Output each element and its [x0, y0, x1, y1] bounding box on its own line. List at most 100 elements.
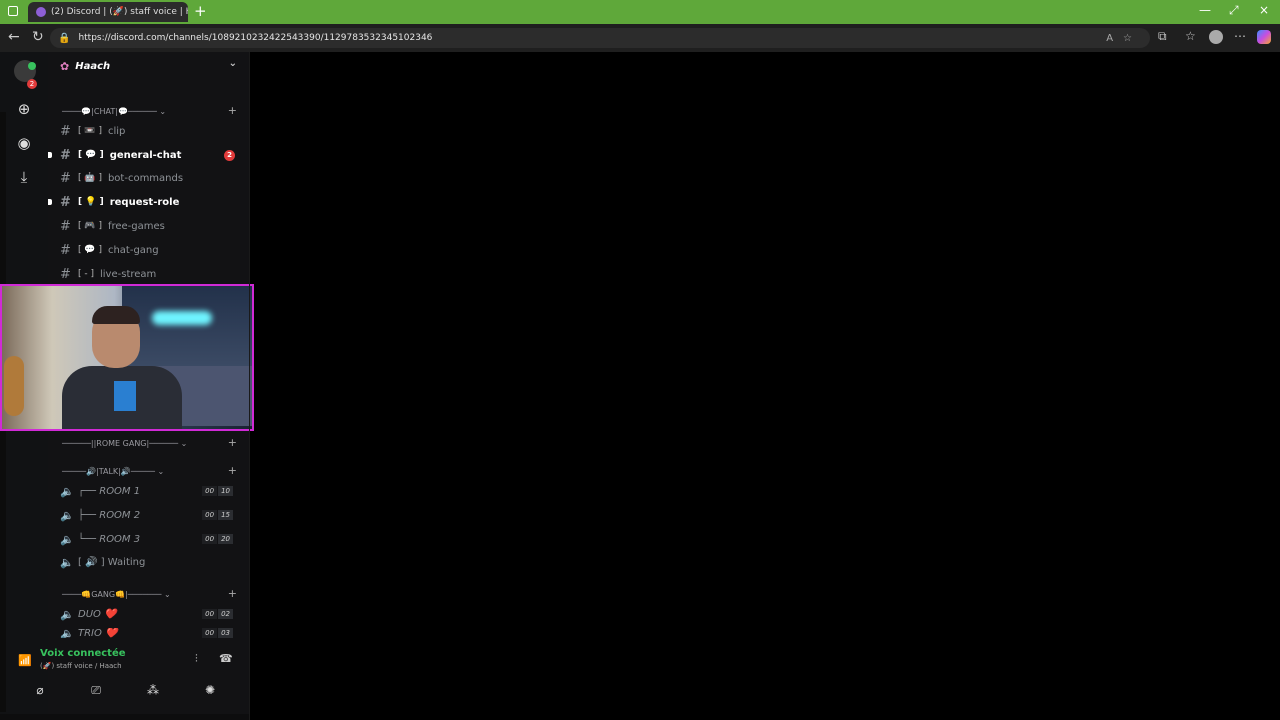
limit-max: 10 — [218, 486, 233, 496]
online-indicator — [28, 62, 36, 70]
close-window-button[interactable]: × — [1259, 3, 1269, 17]
voice-room-2[interactable]: 🔈 ├── ROOM 2 00 15 — [60, 505, 243, 525]
browser-tab-discord[interactable]: (2) Discord | (🚀) staff voice | Haach × — [28, 2, 188, 22]
minimize-button[interactable]: — — [1199, 3, 1211, 17]
explore-icon[interactable]: ◉ — [14, 133, 34, 153]
channel-request-role[interactable]: # [ 💡 ] request-role — [60, 192, 243, 212]
camera-off-icon[interactable]: ⌀ — [20, 680, 60, 700]
discord-favicon-icon — [36, 7, 46, 17]
limit-current: 00 — [202, 486, 218, 496]
server-flower-icon: ✿ — [60, 59, 70, 73]
add-channel-icon[interactable]: + — [228, 464, 237, 477]
limit-max: 02 — [218, 609, 233, 619]
speaker-icon: 🔈 — [60, 607, 74, 621]
copilot-icon[interactable] — [1257, 30, 1271, 44]
hash-icon: # — [60, 147, 71, 163]
restore-button[interactable]: ⤢ — [1229, 3, 1239, 18]
limit-current: 00 — [202, 609, 218, 619]
category-rome-gang[interactable]: ──────||ROME GANG|────── ⌄ + — [62, 436, 237, 449]
channel-chat-gang[interactable]: # [ 💬 ] chat-gang — [60, 240, 243, 260]
hash-icon: # — [60, 242, 71, 258]
hash-icon: # — [60, 266, 71, 282]
channel-bot-commands[interactable]: # [ 🤖 ] bot-commands — [60, 168, 243, 188]
tab-title: (2) Discord | (🚀) staff voice | Haach — [51, 7, 188, 17]
speaker-icon: 🔈 — [60, 484, 74, 498]
voice-status-title[interactable]: Voix connectée — [40, 648, 126, 659]
webcam-background — [122, 286, 252, 366]
favorites-icon[interactable]: ☆ — [1185, 29, 1196, 43]
voice-room-3[interactable]: 🔈 └── ROOM 3 00 20 — [60, 529, 243, 549]
limit-max: 20 — [218, 534, 233, 544]
noise-suppression-icon[interactable]: ⫶ — [195, 652, 198, 666]
channel-emoji: [ 💡 ] — [78, 197, 104, 207]
profile-avatar[interactable] — [1209, 30, 1223, 44]
address-bar[interactable]: 🔒 https://discord.com/channels/108921023… — [50, 28, 1150, 48]
category-chat-label: ────💬|CHAT|💬────── ⌄ — [62, 107, 167, 116]
screen-share-icon[interactable]: ⎚ — [76, 680, 116, 700]
window-menu-icon[interactable] — [8, 6, 18, 16]
voice-trio[interactable]: 🔈 TRIO ❤️ 00 03 — [60, 628, 243, 638]
channel-free-games[interactable]: # [ 🎮 ] free-games — [60, 216, 243, 236]
hash-icon: # — [60, 218, 71, 234]
download-icon[interactable]: ⤓ — [14, 167, 34, 187]
more-menu-icon[interactable]: ⋯ — [1234, 29, 1246, 43]
soundboard-icon[interactable]: ✺ — [190, 680, 230, 700]
server-header[interactable]: ✿ Haach ⌄ — [48, 52, 249, 80]
webcam-guitar — [4, 356, 24, 416]
voice-duo[interactable]: 🔈 DUO ❤️ 00 02 — [60, 604, 243, 624]
add-channel-icon[interactable]: + — [228, 587, 237, 600]
address-bar-row: ← ↻ 🔒 https://discord.com/channels/10892… — [0, 24, 1280, 52]
webcam-led-light — [152, 311, 212, 325]
limit-max: 15 — [218, 510, 233, 520]
disconnect-icon[interactable]: ☎ — [219, 652, 233, 665]
activities-icon[interactable]: ⁂ — [133, 680, 173, 700]
add-channel-icon[interactable]: + — [228, 104, 237, 117]
speaker-icon: 🔈 — [60, 628, 74, 638]
channel-emoji: [ 🎮 ] — [78, 221, 102, 231]
channel-general-chat[interactable]: # [ 💬 ] general-chat 2 — [60, 145, 243, 165]
limit-current: 00 — [202, 534, 218, 544]
channel-label: request-role — [109, 196, 180, 208]
user-limit: 00 20 — [202, 534, 233, 544]
channel-label: clip — [107, 125, 126, 137]
voice-connection-panel: 📶 Voix connectée (🚀) staff voice / Haach… — [8, 640, 244, 680]
category-chat[interactable]: ────💬|CHAT|💬────── ⌄ + — [62, 104, 237, 117]
channel-live-stream[interactable]: # [ - ] live-stream — [60, 264, 243, 284]
user-limit: 00 02 — [202, 609, 233, 619]
category-talk[interactable]: ─────🔊|TALK|🔊───── ⌄ + — [62, 464, 237, 477]
signal-icon[interactable]: 📶 — [18, 654, 32, 667]
mention-badge: 2 — [224, 149, 235, 161]
voice-waiting[interactable]: 🔈 [ 🔊 ] Waiting — [60, 552, 243, 572]
add-server-icon[interactable]: ⊕ — [14, 99, 34, 119]
voice-room-1[interactable]: 🔈 ┌── ROOM 1 00 10 — [60, 481, 243, 501]
channel-label: chat-gang — [107, 244, 159, 256]
user-limit: 00 15 — [202, 510, 233, 520]
limit-current: 00 — [202, 510, 218, 520]
new-tab-button[interactable]: + — [194, 2, 207, 20]
add-channel-icon[interactable]: + — [228, 436, 237, 449]
back-icon[interactable]: ← — [8, 29, 20, 45]
voice-status-subtitle[interactable]: (🚀) staff voice / Haach — [40, 662, 122, 670]
user-limit: 00 03 — [202, 628, 233, 638]
chevron-down-icon[interactable]: ⌄ — [229, 58, 237, 69]
webcam-microphone — [114, 381, 136, 411]
extensions-icon[interactable]: ⧉ — [1158, 29, 1167, 44]
refresh-icon[interactable]: ↻ — [32, 29, 44, 45]
voice-label: └── ROOM 3 — [78, 533, 141, 545]
speaker-icon: 🔈 — [60, 532, 74, 546]
channel-clip[interactable]: # [ 📼 ] clip — [60, 121, 243, 141]
sidebar-divider — [249, 52, 250, 720]
read-aloud-and-favorite-icons[interactable]: A☆ — [1106, 33, 1150, 44]
voice-label: [ 🔊 ] Waiting — [78, 556, 146, 568]
channel-emoji: [ 💬 ] — [78, 150, 104, 160]
url-text: https://discord.com/channels/10892102324… — [78, 33, 433, 43]
channel-label: general-chat — [109, 149, 182, 161]
channel-label: bot-commands — [107, 172, 184, 184]
user-panel-edge — [0, 714, 249, 720]
channel-emoji: [ 📼 ] — [78, 126, 102, 136]
speaker-icon: 🔈 — [60, 555, 74, 569]
category-gang[interactable]: ────👊GANG👊|─────── ⌄ + — [62, 587, 237, 600]
category-talk-label: ─────🔊|TALK|🔊───── ⌄ — [62, 467, 165, 476]
webcam-overlay — [0, 284, 254, 431]
limit-max: 03 — [218, 628, 233, 638]
